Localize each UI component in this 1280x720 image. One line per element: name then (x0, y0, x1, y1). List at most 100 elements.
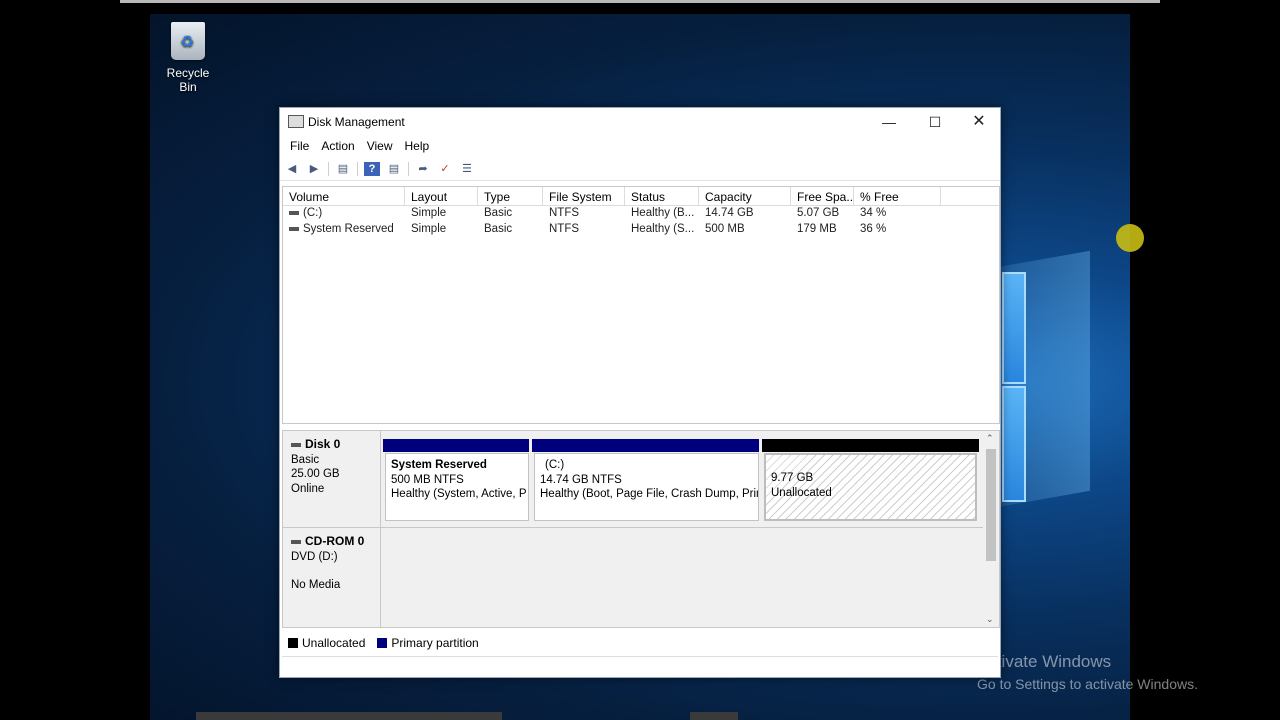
menu-file[interactable]: File (284, 136, 315, 158)
legend-label: Primary partition (391, 636, 479, 650)
console-tree-icon[interactable]: ▤ (335, 162, 351, 176)
column-type[interactable]: Type (478, 187, 543, 205)
volume-row[interactable]: (C:) Simple Basic NTFS Healthy (B... 14.… (283, 206, 999, 222)
recycle-bin-label: Recycle Bin (166, 66, 210, 94)
forward-arrow-icon[interactable]: ▶ (306, 162, 322, 176)
partition-bar-unallocated (762, 439, 979, 452)
disk-map-scrollbar[interactable]: ⌃ ⌄ (983, 431, 999, 627)
partition-size: 9.77 GB (771, 472, 814, 484)
volume-free: 179 MB (797, 223, 837, 235)
connect-icon[interactable]: ➦ (415, 162, 431, 176)
windows-logo-pane-upper (1002, 272, 1026, 384)
partition-system-reserved[interactable]: System Reserved 500 MB NTFS Healthy (Sys… (385, 453, 529, 521)
volume-capacity: 500 MB (705, 223, 745, 235)
disk-divider (283, 527, 983, 528)
volume-status: Healthy (S... (631, 223, 695, 235)
disk-name: CD-ROM 0 (305, 534, 365, 548)
volume-layout: Simple (411, 207, 447, 219)
scroll-up-icon[interactable]: ⌃ (986, 433, 994, 444)
status-bar (282, 656, 998, 675)
help-icon[interactable]: ? (364, 162, 380, 176)
cursor-highlight (1116, 224, 1144, 252)
legend-primary: Primary partition (377, 636, 479, 650)
disk-state: Online (291, 482, 325, 495)
disk-size (291, 564, 372, 578)
maximize-button[interactable]: ☐ (912, 108, 958, 136)
volume-status: Healthy (B... (631, 207, 695, 219)
taskbar-fragment (690, 712, 738, 720)
volume-type: Basic (484, 207, 513, 219)
menu-bar: File Action View Help (280, 136, 1000, 158)
disk-icon (291, 442, 301, 447)
partition-status: Unallocated (771, 486, 832, 499)
properties-icon[interactable]: ▤ (386, 162, 402, 176)
legend-unallocated: Unallocated (288, 636, 365, 650)
menu-view[interactable]: View (361, 136, 399, 158)
toolbar-separator (408, 162, 409, 176)
legend-label: Unallocated (302, 636, 366, 650)
minimize-button[interactable]: — (866, 108, 912, 136)
volume-row[interactable]: System Reserved Simple Basic NTFS Health… (283, 222, 999, 238)
disk-management-icon (288, 115, 304, 128)
volume-pct: 36 % (860, 223, 887, 235)
checklist-icon[interactable]: ✓ (437, 162, 453, 176)
scroll-down-icon[interactable]: ⌄ (986, 614, 994, 625)
volume-capacity: 14.74 GB (705, 207, 754, 219)
partition-bar-primary (532, 439, 759, 452)
back-arrow-icon[interactable]: ◀ (284, 162, 300, 176)
disk-type: Basic (291, 453, 320, 466)
list-view-icon[interactable]: ☰ (459, 162, 475, 176)
toolbar-separator (328, 162, 329, 176)
disk-state: No Media (291, 579, 341, 591)
column-free-space[interactable]: Free Spa... (791, 187, 854, 205)
column-file-system[interactable]: File System (543, 187, 625, 205)
close-button[interactable]: ✕ (956, 108, 1002, 136)
column-status[interactable]: Status (625, 187, 699, 205)
cdrom-0-info[interactable]: CD-ROM 0 DVD (D:) No Media (283, 528, 381, 627)
title-bar[interactable]: Disk Management — ☐ ✕ (280, 108, 1000, 136)
volume-type: Basic (484, 223, 513, 235)
partition-size: 500 MB NTFS (391, 473, 464, 486)
column-layout[interactable]: Layout (405, 187, 478, 205)
legend-swatch-primary (377, 638, 388, 648)
partition-c[interactable]: (C:) 14.74 GB NTFS Healthy (Boot, Page F… (534, 453, 759, 521)
volume-fs: NTFS (549, 207, 580, 219)
volume-layout: Simple (411, 223, 447, 235)
legend-swatch-unallocated (288, 638, 298, 648)
column-percent-free[interactable]: % Free (854, 187, 941, 205)
disk-name: Disk 0 (305, 437, 341, 451)
disk-map: Disk 0 Basic 25.00 GB Online System Rese… (282, 430, 1000, 628)
partition-unallocated[interactable]: 9.77 GB Unallocated (764, 453, 977, 521)
scrollbar-thumb[interactable] (986, 449, 996, 561)
volume-fs: NTFS (549, 223, 580, 235)
volume-pct: 34 % (860, 207, 887, 219)
menu-action[interactable]: Action (315, 136, 360, 158)
toolbar: ◀ ▶ ▤ ? ▤ ➦ ✓ ☰ (280, 158, 1000, 181)
activate-watermark: Activate Windows Go to Settings to activ… (977, 652, 1198, 692)
volume-name: System Reserved (303, 223, 394, 235)
volume-name: (C:) (303, 207, 323, 219)
window-title: Disk Management (308, 115, 405, 129)
activate-subtitle: Go to Settings to activate Windows. (977, 676, 1198, 692)
column-volume[interactable]: Volume (283, 187, 405, 205)
disk-type: DVD (D:) (291, 550, 338, 563)
disk-0-info[interactable]: Disk 0 Basic 25.00 GB Online (283, 431, 381, 527)
activate-title: Activate Windows (977, 652, 1112, 671)
partition-status: Healthy (Boot, Page File, Crash Dump, Pr… (540, 488, 759, 500)
partition-bar-primary (383, 439, 529, 452)
disk-size: 25.00 GB (291, 468, 340, 480)
volume-list-header: Volume Layout Type File System Status Ca… (283, 187, 999, 206)
recycle-bin-icon (171, 22, 205, 60)
cdrom-icon (291, 539, 301, 544)
partition-title: System Reserved (391, 459, 487, 471)
legend: Unallocated Primary partition (282, 632, 998, 654)
volume-free: 5.07 GB (797, 207, 840, 219)
drive-icon (289, 226, 299, 231)
menu-help[interactable]: Help (399, 136, 436, 158)
column-capacity[interactable]: Capacity (699, 187, 791, 205)
partition-title: (C:) (545, 459, 565, 471)
disk-management-window: Disk Management — ☐ ✕ File Action View H… (279, 107, 1001, 678)
taskbar-fragment (196, 712, 502, 720)
recycle-bin[interactable]: Recycle Bin (158, 22, 218, 94)
top-edge-line (120, 0, 1160, 3)
